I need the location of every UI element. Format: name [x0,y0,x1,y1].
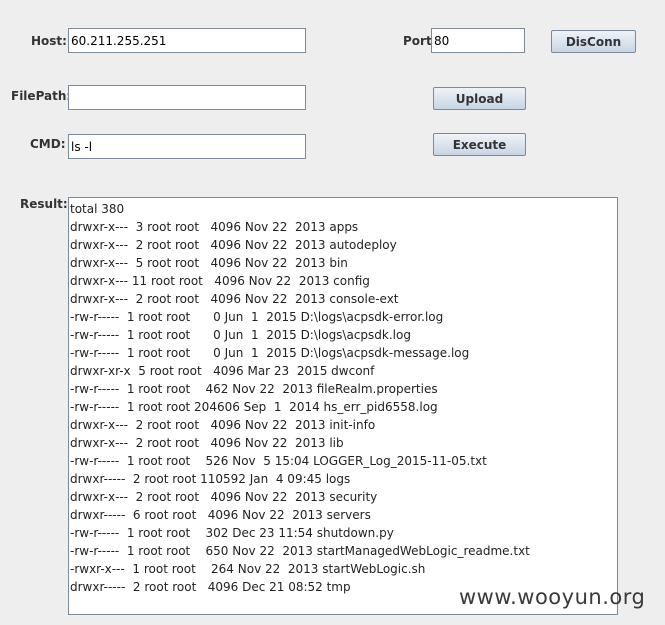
result-line: drwxr----- 2 root root 110592 Jan 4 09:4… [70,472,351,486]
result-line: drwxr-x--- 2 root root 4096 Nov 22 2013 … [70,418,376,432]
result-line: drwxr-x--- 2 root root 4096 Nov 22 2013 … [70,436,344,450]
result-line: drwxr-x--- 2 root root 4096 Nov 22 2013 … [70,238,397,252]
cmd-label: CMD: [30,137,66,151]
result-line: -rw-r----- 1 root root 0 Jun 1 2015 D:\l… [70,328,411,342]
disconnect-button[interactable]: DisConn [551,30,636,53]
cmd-input[interactable] [68,134,306,159]
result-line: -rwxr-x--- 1 root root 264 Nov 22 2013 s… [70,562,426,576]
watermark: www.wooyun.org [459,585,646,609]
result-line: drwxr-xr-x 5 root root 4096 Mar 23 2015 … [70,364,375,378]
host-input[interactable] [68,28,306,53]
execute-button[interactable]: Execute [433,133,526,156]
result-textarea[interactable]: total 380 drwxr-x--- 3 root root 4096 Nov… [68,197,618,615]
result-line: -rw-r----- 1 root root 526 Nov 5 15:04 L… [70,454,487,468]
result-line: -rw-r----- 1 root root 0 Jun 1 2015 D:\l… [70,346,470,360]
result-line: -rw-r----- 1 root root 204606 Sep 1 2014… [70,400,438,414]
result-line: drwxr-x--- 5 root root 4096 Nov 22 2013 … [70,256,348,270]
result-line: drwxr----- 6 root root 4096 Nov 22 2013 … [70,508,371,522]
upload-button[interactable]: Upload [433,87,526,110]
result-label: Result: [20,197,68,211]
result-line: -rw-r----- 1 root root 462 Nov 22 2013 f… [70,382,438,396]
result-line: -rw-r----- 1 root root 302 Dec 23 11:54 … [70,526,394,540]
filepath-label: FilePath: [11,89,72,103]
host-label: Host: [31,34,67,48]
result-line: drwxr-x--- 3 root root 4096 Nov 22 2013 … [70,220,359,234]
port-input[interactable] [431,28,525,53]
filepath-input[interactable] [68,85,306,110]
result-line: drwxr-x--- 2 root root 4096 Nov 22 2013 … [70,490,378,504]
result-line: drwxr-x--- 11 root root 4096 Nov 22 2013… [70,274,370,288]
result-line: total 380 [70,202,125,216]
result-line: -rw-r----- 1 root root 650 Nov 22 2013 s… [70,544,530,558]
result-line: drwxr-x--- 2 root root 4096 Nov 22 2013 … [70,292,399,306]
result-line: -rw-r----- 1 root root 0 Jun 1 2015 D:\l… [70,310,444,324]
